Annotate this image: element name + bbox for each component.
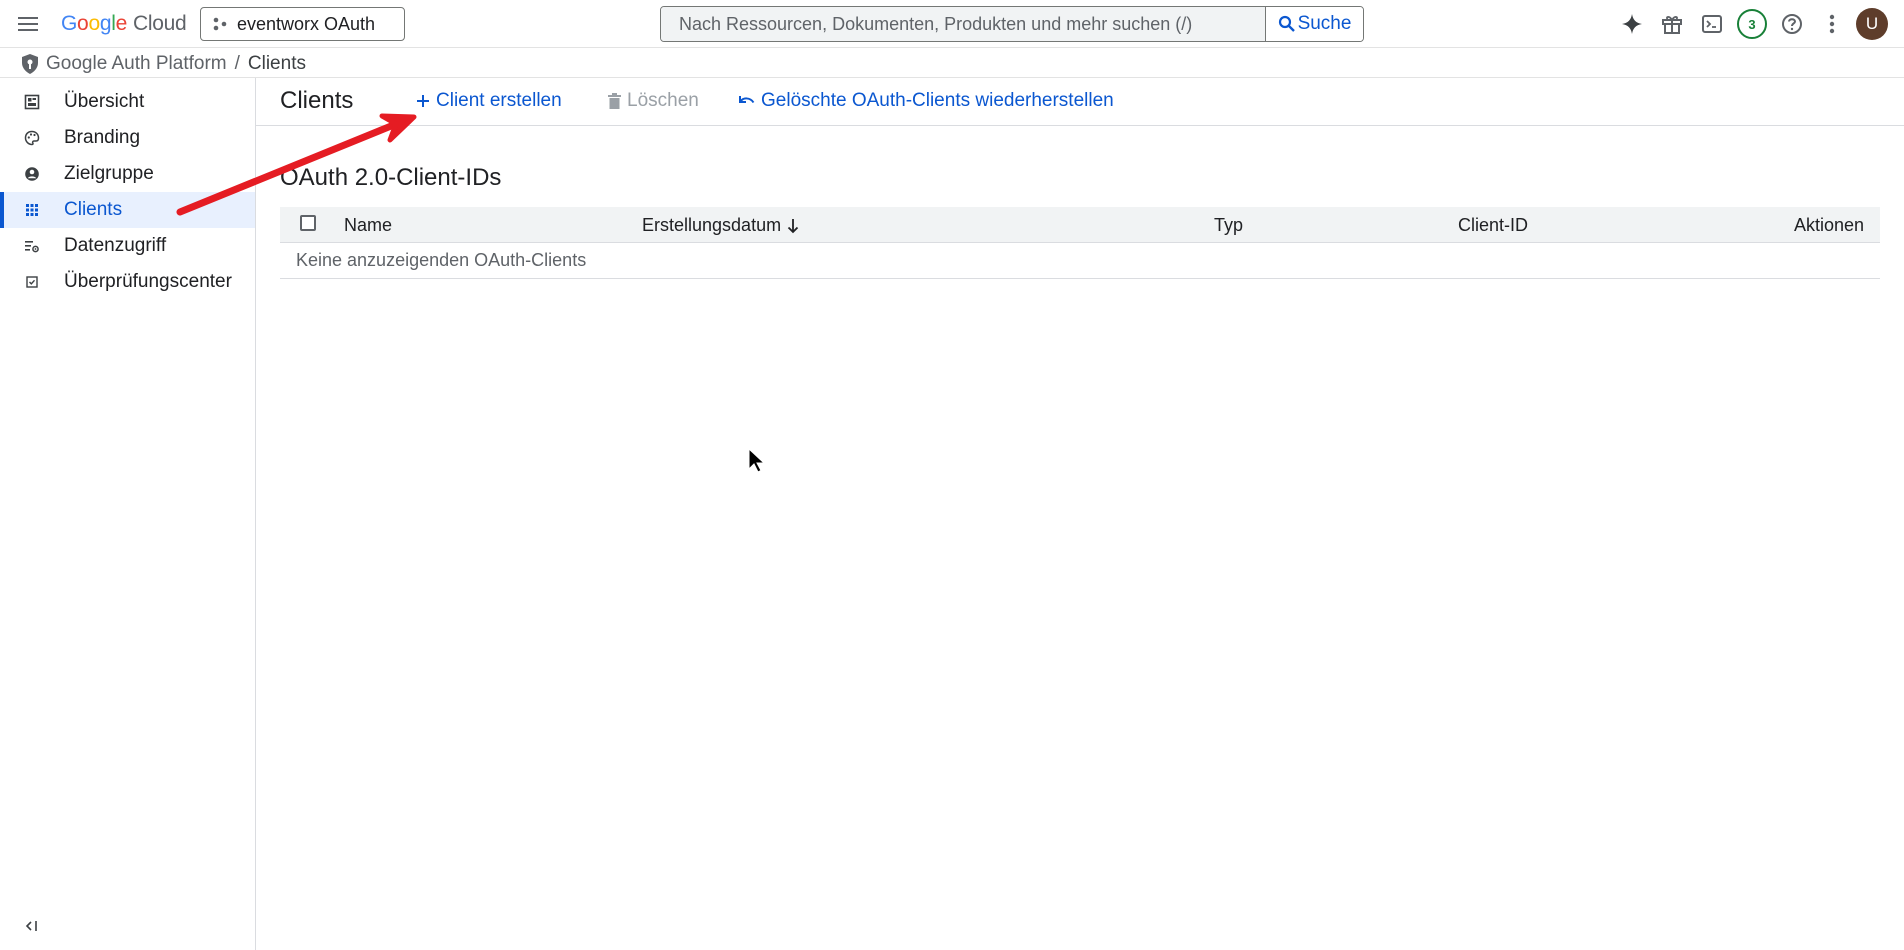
project-name: eventworx OAuth (237, 13, 376, 34)
page-title: Clients (280, 87, 354, 114)
dashboard-icon (24, 94, 40, 110)
column-header-actions: Aktionen (1793, 215, 1864, 235)
sidebar-item-label: Clients (64, 199, 123, 220)
palette-icon (24, 130, 40, 146)
restore-deleted-clients-button[interactable]: Gelöschte OAuth-Clients wiederherstellen (738, 88, 1114, 114)
logo-letter: e (115, 12, 128, 35)
avatar: U (1856, 8, 1888, 40)
page-header: Clients Client erstellen Löschen Gelösch… (256, 78, 1904, 126)
data-access-icon (25, 241, 39, 253)
main-menu-icon[interactable] (16, 12, 40, 36)
gemini-sparkle-icon[interactable] (1616, 8, 1648, 40)
search-button[interactable]: Suche (1265, 7, 1363, 41)
delete-button[interactable]: Löschen (608, 88, 699, 114)
account-avatar-button[interactable]: U (1856, 8, 1888, 40)
create-client-label: Client erstellen (436, 90, 562, 111)
more-vert-icon[interactable] (1816, 8, 1848, 40)
column-header-type[interactable]: Typ (1214, 215, 1243, 236)
search-input[interactable] (661, 7, 1265, 41)
sidebar-item-branding[interactable]: Branding (0, 120, 255, 156)
create-client-button[interactable]: Client erstellen (416, 88, 562, 114)
sidebar-item-clients[interactable]: Clients (0, 192, 255, 228)
collapse-sidebar-icon[interactable] (22, 916, 42, 936)
sidebar: Übersicht Branding Zielgruppe Clients Da… (0, 78, 256, 950)
search-icon (1278, 15, 1295, 32)
help-icon[interactable] (1776, 8, 1808, 40)
column-header-name[interactable]: Name (344, 215, 392, 236)
sidebar-item-label: Zielgruppe (64, 163, 154, 184)
search-button-label: Suche (1297, 13, 1352, 34)
notifications-badge[interactable]: 3 (1736, 8, 1768, 40)
sidebar-item-label: Überprüfungscenter (64, 271, 232, 292)
sidebar-item-label: Übersicht (64, 91, 145, 112)
logo-letter: g (99, 12, 112, 35)
column-header-created[interactable]: Erstellungsdatum (642, 215, 799, 236)
project-picker-button[interactable]: eventworx OAuth (200, 7, 405, 41)
undo-icon (739, 96, 755, 104)
breadcrumb: Google Auth Platform / Clients (20, 50, 306, 78)
select-all-checkbox[interactable] (300, 215, 316, 231)
person-icon (25, 167, 39, 181)
cloud-shell-terminal-icon[interactable] (1696, 8, 1728, 40)
delete-label: Löschen (627, 90, 699, 111)
logo-letter: G (61, 12, 78, 35)
logo-letter: o (77, 12, 89, 35)
sidebar-item-label: Datenzugriff (64, 235, 167, 256)
search-bar: Suche (660, 6, 1364, 42)
table-header: Name Erstellungsdatum Typ Client-ID Akti… (280, 207, 1880, 243)
sidebar-item-audience[interactable]: Zielgruppe (0, 156, 255, 192)
sidebar-item-label: Branding (64, 127, 141, 148)
breadcrumb-root-link[interactable]: Google Auth Platform (46, 53, 227, 75)
oauth-clients-table: Name Erstellungsdatum Typ Client-ID Akti… (280, 207, 1880, 279)
verification-icon (26, 276, 38, 288)
logo-letter: o (88, 12, 100, 35)
main-content: Clients Client erstellen Löschen Gelösch… (256, 78, 1904, 950)
restore-label: Gelöschte OAuth-Clients wiederherstellen (761, 90, 1114, 111)
plus-icon (417, 95, 429, 107)
sidebar-item-overview[interactable]: Übersicht (0, 84, 255, 120)
apps-grid-icon (26, 204, 38, 216)
sidebar-item-verification-center[interactable]: Überprüfungscenter (0, 264, 255, 300)
column-header-label: Erstellungsdatum (642, 215, 782, 235)
breadcrumb-current: Clients (247, 53, 306, 74)
notifications-count: 3 (1737, 9, 1767, 39)
arrow-downward-icon (787, 218, 799, 233)
logo-suffix: Cloud (132, 12, 187, 35)
breadcrumb-separator: / (234, 53, 240, 74)
column-header-client-id[interactable]: Client-ID (1458, 215, 1528, 236)
top-icons: 3 U (1616, 8, 1888, 40)
project-hierarchy-icon (213, 17, 227, 31)
gift-icon[interactable] (1656, 8, 1688, 40)
trash-icon (608, 93, 621, 109)
sidebar-item-data-access[interactable]: Datenzugriff (0, 228, 255, 264)
top-bar: Google Cloud eventworx OAuth Suche 3 (0, 0, 1904, 48)
google-cloud-logo[interactable]: Google Cloud (61, 11, 187, 37)
section-title: OAuth 2.0-Client-IDs (280, 164, 502, 191)
auth-platform-shield-icon (22, 54, 38, 74)
table-empty-message: Keine anzuzeigenden OAuth-Clients (280, 243, 1880, 279)
